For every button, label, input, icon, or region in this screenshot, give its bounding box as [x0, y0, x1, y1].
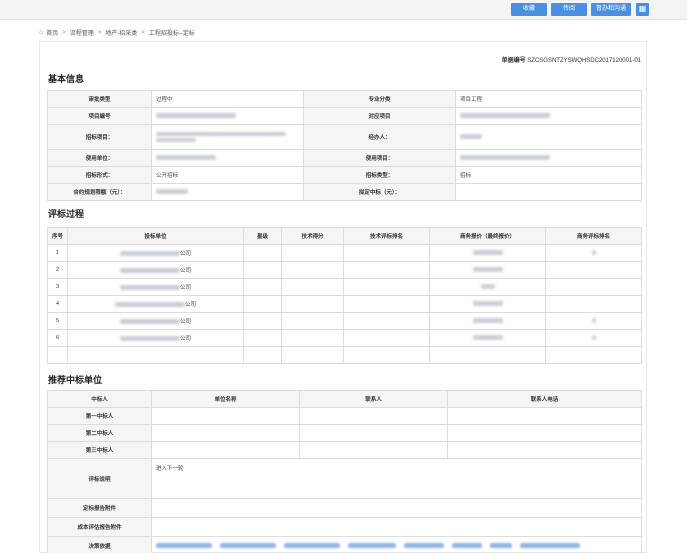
table-row — [47, 346, 642, 364]
label-using-project: 使用项目： — [303, 149, 456, 167]
table-row: 2 公司 — [47, 261, 642, 279]
home-icon[interactable]: ⌂ — [39, 29, 43, 36]
breadcrumb-home[interactable]: 首页 — [46, 28, 58, 37]
supervise-button[interactable]: 督办和沟通 — [591, 3, 631, 16]
eval-table: 序号 投标单位 星级 技术得分 技术评标排名 商务报价（最终报价） 商务评标排名… — [47, 227, 642, 364]
form-panel: 单据编号 SZCSGSNTZYSWQHSDC2017120001-01 基本信息… — [39, 41, 647, 553]
col-winner: 中标人 — [47, 390, 152, 408]
value-approval-type: 过程中 — [151, 90, 304, 108]
table-row: 1 公司 — [47, 244, 642, 262]
section-title-recommend: 推荐中标单位 — [48, 375, 103, 385]
col-unit-name: 单位名称 — [151, 390, 300, 408]
value-specialty: 项目工程 — [455, 90, 642, 108]
col-business-price: 商务报价（最终报价） — [429, 227, 546, 245]
breadcrumb-current: 工程招投标--定标 — [148, 31, 195, 37]
breadcrumb-separator: > — [141, 29, 145, 36]
label-using-unit: 使用单位： — [47, 149, 152, 167]
breadcrumb-process[interactable]: 流程管理 — [70, 28, 94, 37]
breadcrumb-separator: > — [97, 29, 102, 36]
col-contact: 联系人 — [299, 390, 448, 408]
table-row: 6 公司 — [47, 329, 642, 347]
table-row: 第二中标人 — [47, 424, 642, 442]
col-tech-score: 技术得分 — [281, 227, 344, 245]
section-title-eval: 评标过程 — [48, 209, 85, 219]
label-award-report: 定标报告附件 — [47, 498, 152, 518]
label-tender-type: 招标类型： — [303, 166, 456, 184]
col-phone: 联系人电话 — [447, 390, 642, 408]
col-tech-rank: 技术评标排名 — [343, 227, 430, 245]
col-bidder: 投标单位 — [67, 227, 244, 245]
decision-basis-links[interactable] — [151, 536, 642, 553]
award-report-attachment — [151, 498, 642, 518]
value-contract-limit — [151, 183, 304, 201]
grid-icon[interactable]: ▦ — [636, 3, 649, 16]
label-project-no: 项目编号 — [47, 107, 152, 125]
label-handler: 经办人： — [303, 124, 456, 150]
breadcrumb-category[interactable]: 地产-招采类 — [105, 28, 137, 37]
col-star: 星级 — [243, 227, 282, 245]
value-proposed-award — [455, 183, 642, 201]
value-using-unit — [151, 149, 304, 167]
cost-report-attachment — [151, 517, 642, 537]
breadcrumb-separator: > — [62, 29, 66, 36]
label-tender-project: 招标项目： — [47, 124, 152, 150]
label-decision-basis: 决策依据 — [47, 536, 152, 553]
value-tender-form: 公开招标 — [151, 166, 304, 184]
value-using-project — [455, 149, 642, 167]
value-tender-project — [151, 124, 304, 150]
document-number: 单据编号 SZCSGSNTZYSWQHSDC2017120001-01 — [501, 58, 641, 64]
circulate-button[interactable]: 传阅 — [551, 3, 587, 16]
label-cost-report: 成本评估报告附件 — [47, 517, 152, 537]
table-row: 第一中标人 — [47, 407, 642, 425]
label-contract-limit: 合约规划限额（元）： — [47, 183, 152, 201]
table-row: 5 公司 — [47, 312, 642, 330]
label-approval-type: 审批类型 — [47, 90, 152, 108]
top-toolbar: 收藏 传阅 督办和沟通 ▦ — [0, 0, 687, 20]
value-tender-type: 招标 — [455, 166, 642, 184]
breadcrumb: ⌂ 首页 > 流程管理 > 地产-招采类 > 工程招投标--定标 — [39, 28, 195, 37]
col-index: 序号 — [47, 227, 68, 245]
label-proposed-award: 拟定中标（元）： — [303, 183, 456, 201]
value-handler — [455, 124, 642, 150]
recommend-table: 中标人 单位名称 联系人 联系人电话 第一中标人 第二中标人 第三中标人 评标说… — [47, 390, 642, 553]
favorite-button[interactable]: 收藏 — [511, 3, 547, 16]
table-row: 3 公司 — [47, 278, 642, 296]
label-related-project: 对应项目 — [303, 107, 456, 125]
label-eval-note: 评标说明 — [47, 458, 152, 499]
label-specialty: 专业分类 — [303, 90, 456, 108]
basic-info-table: 审批类型 过程中 专业分类 项目工程 项目编号 对应项目 招标项目： 经办人： … — [47, 90, 642, 201]
value-related-project — [455, 107, 642, 125]
table-row: 4 公司 — [47, 295, 642, 313]
label-tender-form: 招标形式： — [47, 166, 152, 184]
col-business-rank: 商务评标排名 — [545, 227, 642, 245]
section-title-basic: 基本信息 — [48, 74, 85, 84]
value-project-no — [151, 107, 304, 125]
eval-note-text: 进入下一轮 — [151, 458, 642, 499]
table-row: 第三中标人 — [47, 441, 642, 459]
